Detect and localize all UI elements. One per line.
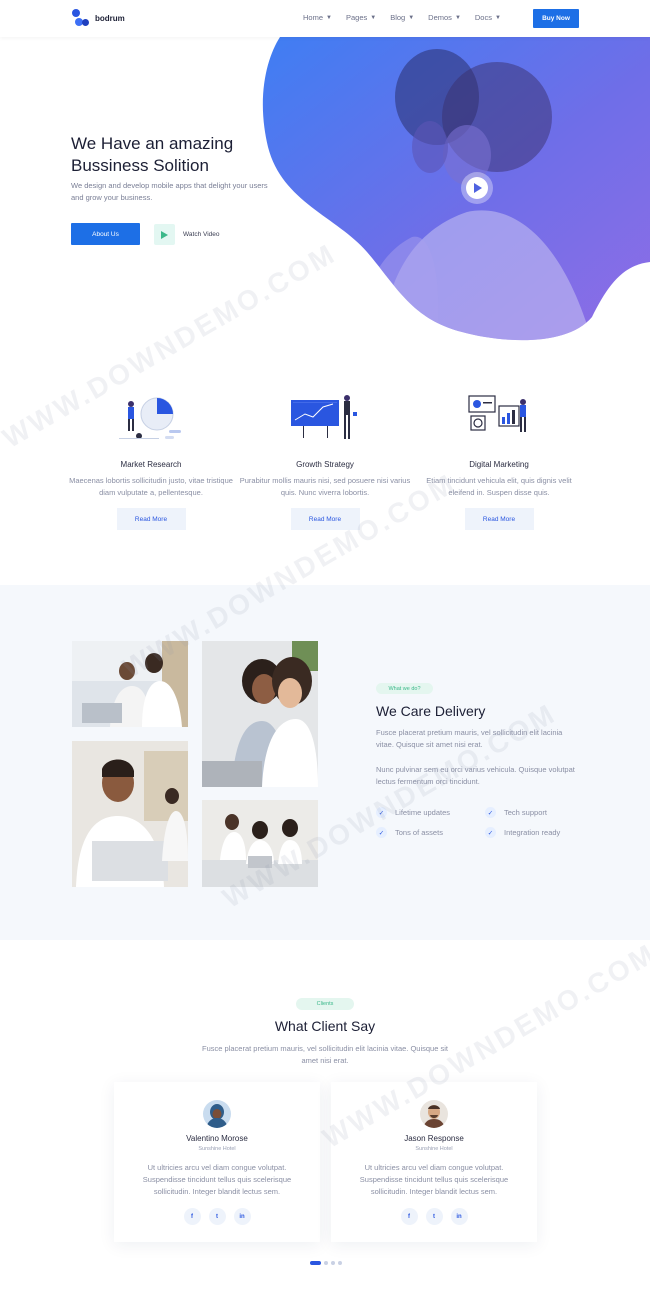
facebook-icon[interactable]: f <box>183 1208 201 1225</box>
social-links: f t in <box>331 1208 537 1225</box>
menu-item-home[interactable]: Home ▼ <box>303 13 332 22</box>
feature-label: Tech support <box>504 808 547 817</box>
hero-subtitle: We design and develop mobile apps that d… <box>71 181 268 202</box>
feature-item: ✓ Lifetime updates <box>376 807 450 818</box>
main-menu: Home ▼ Pages ▼ Blog ▼ Demos ▼ Docs ▼ <box>303 13 515 22</box>
service-title: Digital Marketing <box>469 460 529 469</box>
section-tag: Clients <box>296 998 354 1010</box>
team-photo-3 <box>202 641 318 787</box>
twitter-icon[interactable]: t <box>425 1208 443 1225</box>
feature-label: Integration ready <box>504 828 561 837</box>
carousel-dot[interactable] <box>310 1261 321 1265</box>
menu-label: Home <box>303 13 324 22</box>
client-name: Valentino Morose <box>186 1134 248 1143</box>
client-quote: Ut ultricies arcu vel diam congue volutp… <box>142 1163 292 1196</box>
delivery-title: We Care Delivery <box>376 703 486 719</box>
play-icon <box>154 224 175 245</box>
feature-item: ✓ Tech support <box>485 807 547 818</box>
menu-label: Pages <box>345 13 368 22</box>
client-quote: Ut ultricies arcu vel diam congue volutp… <box>359 1163 509 1196</box>
growth-strategy-illustration <box>239 392 411 452</box>
read-more-button[interactable]: Read More <box>116 508 186 530</box>
digital-marketing-illustration <box>413 392 585 452</box>
client-name: Jason Response <box>404 1134 464 1143</box>
feature-item: ✓ Integration ready <box>485 827 560 838</box>
watch-video-label: Watch Video <box>183 231 220 238</box>
chevron-down-icon: ▼ <box>494 14 501 21</box>
client-org: Sunshine Hotel <box>198 1146 236 1152</box>
section-tag: What we do? <box>376 683 433 694</box>
hero-title: We Have an amazing Bussiness Solition <box>71 133 311 177</box>
read-more-button[interactable]: Read More <box>290 508 360 530</box>
client-org: Sunshine Hotel <box>415 1146 453 1152</box>
menu-label: Docs <box>474 13 492 22</box>
instagram-icon[interactable]: in <box>233 1208 251 1225</box>
service-card-growth-strategy: Growth Strategy Purabitur mollis mauris … <box>239 392 411 530</box>
menu-item-blog[interactable]: Blog ▼ <box>390 13 414 22</box>
feature-item: ✓ Tons of assets <box>376 827 443 838</box>
delivery-paragraph: Nunc pulvinar sem eu orci varius vehicul… <box>376 765 575 786</box>
brand-logo[interactable]: bodrum <box>71 9 125 27</box>
hero-image-blob <box>262 37 650 341</box>
check-icon: ✓ <box>485 807 496 818</box>
menu-label: Demos <box>428 13 452 22</box>
team-photo-4 <box>202 800 318 887</box>
brand-name: bodrum <box>95 13 125 23</box>
service-text: Maecenas lobortis sollicitudin justo, vi… <box>69 476 233 497</box>
carousel-dot[interactable] <box>324 1261 328 1265</box>
testimonial-card: Jason Response Sunshine Hotel Ut ultrici… <box>331 1082 537 1242</box>
service-card-market-research: Market Research Maecenas lobortis sollic… <box>65 392 237 530</box>
clients-subtitle: Fusce placerat pretium mauris, vel solli… <box>202 1044 448 1065</box>
service-text: Etiam tincidunt vehicula elit, quis dign… <box>426 476 572 497</box>
menu-item-demos[interactable]: Demos ▼ <box>428 13 461 22</box>
chevron-down-icon: ▼ <box>326 14 332 21</box>
logo-icon <box>71 9 89 27</box>
carousel-dot[interactable] <box>338 1261 342 1265</box>
social-links: f t in <box>114 1208 320 1225</box>
avatar <box>203 1100 231 1128</box>
hero-title-line: Bussiness Solition <box>71 156 209 175</box>
team-photo-1 <box>72 641 188 727</box>
clients-title: What Client Say <box>274 1018 376 1034</box>
team-photo-2 <box>72 741 188 887</box>
menu-item-pages[interactable]: Pages ▼ <box>346 13 376 22</box>
watch-video-button[interactable]: Watch Video <box>154 224 220 245</box>
feature-label: Tons of assets <box>395 828 443 837</box>
avatar <box>420 1100 448 1128</box>
carousel-dot[interactable] <box>331 1261 335 1265</box>
service-title: Market Research <box>120 460 182 469</box>
testimonial-card: Valentino Morose Sunshine Hotel Ut ultri… <box>114 1082 320 1242</box>
menu-item-docs[interactable]: Docs ▼ <box>475 13 501 22</box>
service-card-digital-marketing: Digital Marketing Etiam tincidunt vehicu… <box>413 392 585 530</box>
market-research-illustration <box>65 392 237 452</box>
menu-label: Blog <box>390 13 406 22</box>
hero-title-line: We Have an amazing <box>71 134 234 153</box>
check-icon: ✓ <box>485 827 496 838</box>
service-title: Growth Strategy <box>296 460 354 469</box>
check-icon: ✓ <box>376 807 387 818</box>
about-us-button[interactable]: About Us <box>71 223 140 245</box>
twitter-icon[interactable]: t <box>208 1208 226 1225</box>
chevron-down-icon: ▼ <box>370 14 377 21</box>
feature-label: Lifetime updates <box>395 808 451 817</box>
facebook-icon[interactable]: f <box>400 1208 418 1225</box>
carousel-pagination <box>310 1261 342 1265</box>
chevron-down-icon: ▼ <box>454 14 461 21</box>
buy-now-button[interactable]: Buy Now <box>533 9 579 28</box>
delivery-paragraph: Fusce placerat pretium mauris, vel solli… <box>376 728 563 749</box>
instagram-icon[interactable]: in <box>450 1208 468 1225</box>
top-navbar: bodrum Home ▼ Pages ▼ Blog ▼ Demos ▼ Docs ▼ B… <box>0 0 650 37</box>
read-more-button[interactable]: Read More <box>464 508 534 530</box>
chevron-down-icon: ▼ <box>408 14 415 21</box>
check-icon: ✓ <box>376 827 387 838</box>
service-text: Purabitur mollis mauris nisi, sed posuer… <box>239 476 411 497</box>
